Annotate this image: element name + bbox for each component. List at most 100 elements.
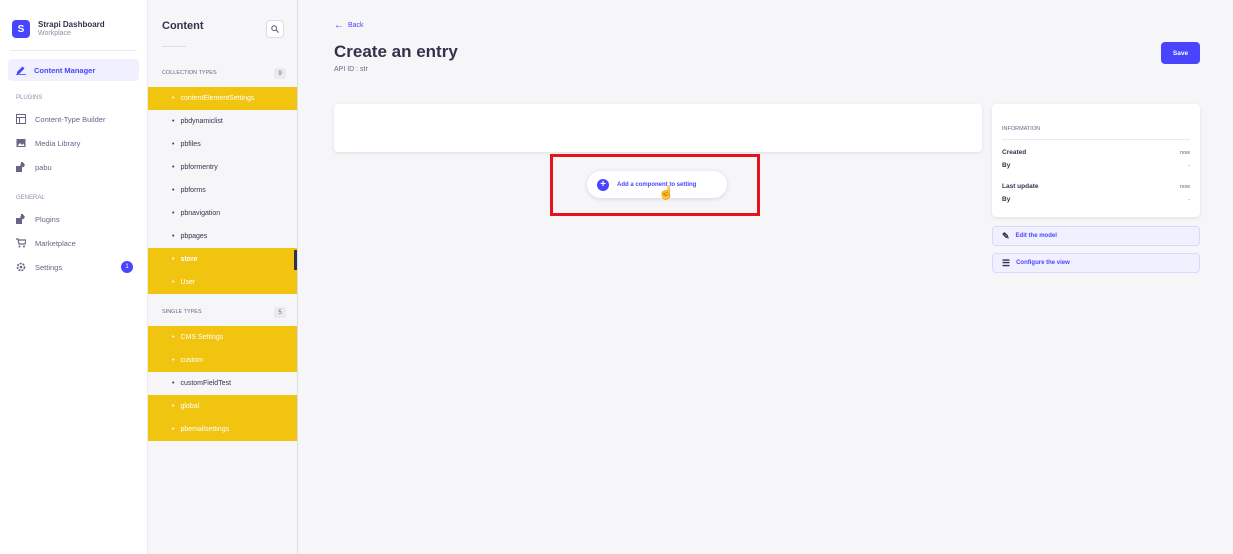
search-button[interactable] (266, 20, 284, 38)
info-value: - (1188, 162, 1190, 169)
main-nav: S Strapi Dashboard Workplace Content Man… (0, 0, 148, 554)
gear-icon (16, 262, 26, 272)
subnav-item-label: global (180, 403, 200, 410)
subnav-item-label: pbnavigation (180, 210, 221, 217)
subnav-item-label: pbpages (180, 233, 208, 240)
info-label: By (1002, 162, 1011, 169)
nav-item-content-type-builder[interactable]: Content-Type Builder (0, 107, 147, 131)
main-content: ← Back Create an entry API ID : str Save… (298, 0, 1233, 554)
info-updated-row: Last update now (1002, 180, 1190, 193)
bullet-icon: • (172, 279, 175, 286)
strapi-logo-icon: S (12, 20, 30, 38)
bullet-icon: • (172, 118, 175, 125)
subnav-item-label: CMS Settings (180, 334, 224, 341)
brand-subtitle: Workplace (38, 29, 71, 37)
nav-item-plugins[interactable]: Plugins (0, 207, 147, 231)
information-header: INFORMATION (1002, 104, 1190, 140)
info-created-row: Created now (1002, 146, 1190, 159)
nav-item-marketplace[interactable]: Marketplace (0, 231, 147, 255)
puzzle-icon (16, 162, 26, 172)
nav-section-general: GENERAL (16, 195, 45, 201)
add-component-label: Add a component to setting (617, 181, 697, 188)
bullet-icon: • (172, 141, 175, 148)
single-types-header[interactable]: SINGLE TYPES 5 (148, 298, 297, 326)
subnav-item-pbemailsettings[interactable]: • pbemailsettings (148, 418, 297, 441)
nav-item-label: Content Manager (34, 65, 96, 75)
bullet-icon: • (172, 357, 175, 364)
subnav-item-pbdynamiclist[interactable]: • pbdynamiclist (148, 110, 297, 133)
arrow-left-icon: ← (334, 20, 344, 31)
subnav-item-label: pbforms (180, 187, 206, 194)
nav-item-label: Settings (35, 262, 63, 272)
nav-item-pabu[interactable]: pabu (0, 155, 147, 179)
selected-indicator (294, 250, 297, 270)
nav-item-label: Plugins (35, 214, 60, 224)
puzzle-icon (16, 214, 26, 224)
subnav-item-pbforms[interactable]: • pbforms (148, 179, 297, 202)
brand-text: Strapi Dashboard Workplace (38, 19, 105, 37)
subnav-item-label: pbemailsettings (180, 426, 230, 433)
edit-model-label: Edit the model (1015, 233, 1057, 239)
nav-divider (10, 50, 137, 51)
bullet-icon: • (172, 233, 175, 240)
subnav-item-pbnavigation[interactable]: • pbnavigation (148, 202, 297, 225)
bullet-icon: • (172, 426, 175, 433)
subnav-item-label: customFieldTest (180, 380, 232, 387)
subnav-item-label: custom (180, 357, 204, 364)
subnav-item-label: pbfiles (180, 141, 201, 148)
bullet-icon: • (172, 256, 175, 263)
list-settings-icon: ☰ (1002, 257, 1011, 268)
subnav-item-custom[interactable]: • custom (148, 349, 297, 372)
brand[interactable]: S Strapi Dashboard Workplace (0, 0, 147, 46)
bullet-icon: • (172, 164, 175, 171)
nav-item-settings[interactable]: Settings 1 (0, 255, 147, 279)
configure-view-button[interactable]: ☰ Configure the view (992, 253, 1200, 273)
info-label: Created (1002, 149, 1027, 156)
subnav-item-label: contentElementSettings (180, 95, 255, 102)
info-value: now (1179, 149, 1190, 156)
api-id: API ID : str (334, 66, 368, 73)
add-component-button[interactable]: + Add a component to setting (587, 171, 727, 198)
group-label: SINGLE TYPES (162, 309, 202, 315)
subnav-item-label: pbformentry (180, 164, 218, 171)
back-link[interactable]: ← Back (334, 20, 364, 31)
subnav-item-user[interactable]: • User (148, 271, 297, 294)
edit-model-button[interactable]: ✎ Edit the model (992, 226, 1200, 246)
info-updated-by-row: By - (1002, 193, 1190, 206)
subnav-item-customfieldtest[interactable]: • customFieldTest (148, 372, 297, 395)
nav-item-content-manager[interactable]: Content Manager (8, 59, 139, 81)
configure-view-label: Configure the view (1016, 260, 1070, 266)
pencil-icon (16, 66, 26, 75)
notification-badge: 1 (121, 261, 133, 273)
subnav-divider (162, 46, 186, 47)
bullet-icon: • (172, 334, 175, 341)
subnav-item-cms-settings[interactable]: • CMS Settings (148, 326, 297, 349)
subnav-item-pbformentry[interactable]: • pbformentry (148, 156, 297, 179)
pencil-icon: ✎ (1002, 230, 1010, 241)
hand-pointer-cursor-icon: ☝ (658, 185, 675, 200)
collection-types-header[interactable]: COLLECTION TYPES 9 (148, 59, 297, 87)
page-title: Create an entry (334, 42, 458, 61)
content-subnav: Content COLLECTION TYPES 9 • contentEleme… (148, 0, 298, 554)
subnav-item-global[interactable]: • global (148, 395, 297, 418)
nav-item-label: Content-Type Builder (35, 114, 106, 124)
brand-title: Strapi Dashboard (38, 19, 105, 29)
save-button[interactable]: Save (1161, 42, 1200, 64)
info-value: now (1179, 183, 1190, 190)
subnav-item-pbfiles[interactable]: • pbfiles (148, 133, 297, 156)
nav-item-media-library[interactable]: Media Library (0, 131, 147, 155)
editor-card (334, 104, 982, 152)
subnav-header: Content (148, 0, 297, 46)
collection-count-badge: 9 (274, 68, 286, 79)
bullet-icon: • (172, 187, 175, 194)
single-count-badge: 5 (274, 307, 286, 318)
subnav-item-label: User (180, 279, 196, 286)
info-label: Last update (1002, 183, 1039, 190)
layout-icon (16, 114, 26, 124)
subnav-item-pbpages[interactable]: • pbpages (148, 225, 297, 248)
bullet-icon: • (172, 95, 175, 102)
subnav-item-contentelementsettings[interactable]: • contentElementSettings (148, 87, 297, 110)
back-label: Back (348, 22, 364, 29)
subnav-item-store[interactable]: • store (148, 248, 297, 271)
